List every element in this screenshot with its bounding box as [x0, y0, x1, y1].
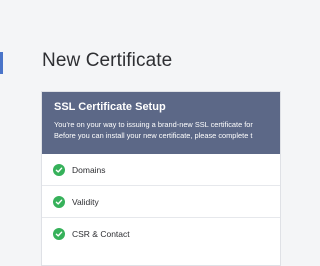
setup-intro-line-1: You're on your way to issuing a brand-ne… [54, 120, 253, 129]
page-title: New Certificate [42, 50, 173, 71]
step-validity[interactable]: Validity [42, 186, 280, 218]
setup-header: SSL Certificate Setup You're on your way… [42, 92, 280, 154]
step-csr-contact[interactable]: CSR & Contact [42, 218, 280, 249]
step-label: CSR & Contact [72, 228, 130, 239]
setup-title: SSL Certificate Setup [54, 101, 166, 113]
step-label: Validity [72, 196, 99, 207]
setup-steps-list: Domains Validity CSR & Contact [42, 154, 280, 249]
step-label: Domains [72, 164, 106, 175]
active-nav-indicator [0, 52, 3, 74]
ssl-setup-card: SSL Certificate Setup You're on your way… [41, 91, 281, 266]
step-domains[interactable]: Domains [42, 154, 280, 186]
setup-intro-line-2: Before you can install your new certific… [54, 131, 253, 140]
check-circle-icon [53, 163, 65, 176]
check-circle-icon [53, 195, 65, 208]
check-circle-icon [53, 227, 65, 240]
